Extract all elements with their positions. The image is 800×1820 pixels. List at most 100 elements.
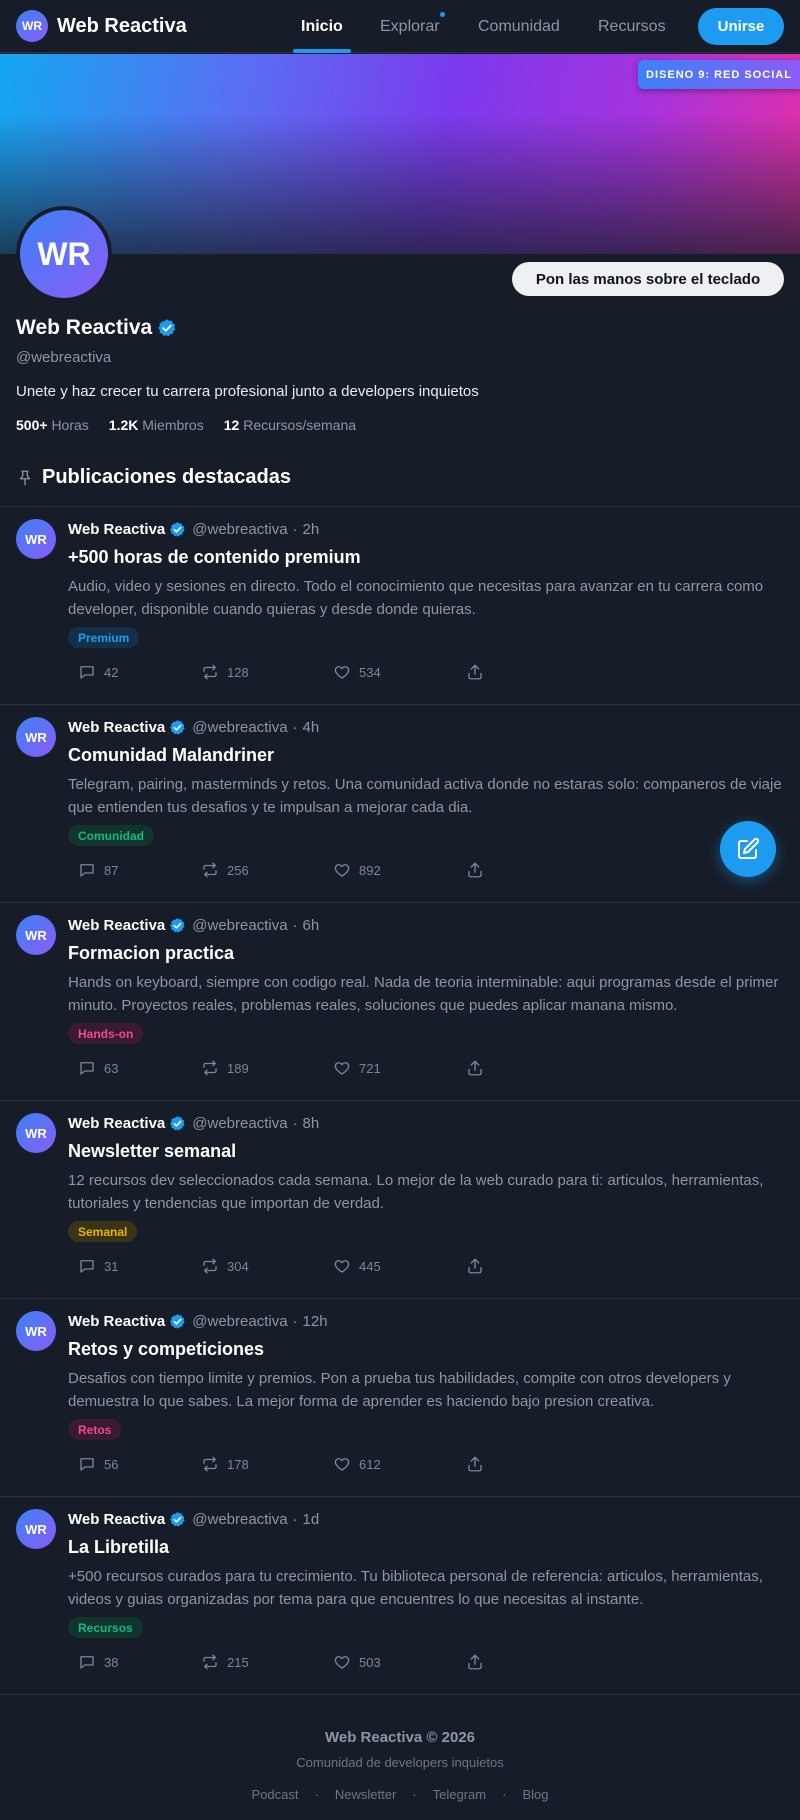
heart-icon xyxy=(334,666,350,679)
post-author[interactable]: Web Reactiva xyxy=(68,521,165,538)
share-button[interactable] xyxy=(466,861,492,879)
post-time[interactable]: 12h xyxy=(303,1313,328,1330)
post-avatar[interactable]: WR xyxy=(16,1509,56,1549)
post-avatar[interactable]: WR xyxy=(16,1113,56,1153)
retweet-button[interactable]: 178 xyxy=(201,1455,249,1473)
profile-bio: Unete y haz crecer tu carrera profesiona… xyxy=(16,383,479,400)
post-time[interactable]: 8h xyxy=(303,1115,320,1132)
stat-resources[interactable]: 12 Recursos/semana xyxy=(224,417,356,433)
reply-button[interactable]: 42 xyxy=(78,663,118,681)
reply-button[interactable]: 56 xyxy=(78,1455,118,1473)
post-author[interactable]: Web Reactiva xyxy=(68,719,165,736)
post-header: Web Reactiva @webreactiva · 1d xyxy=(68,1511,319,1528)
post-handle[interactable]: @webreactiva xyxy=(192,917,287,934)
post-author[interactable]: Web Reactiva xyxy=(68,917,165,934)
footer-link-telegram[interactable]: Telegram xyxy=(433,1787,486,1802)
post-tag[interactable]: Comunidad xyxy=(68,825,154,846)
post-time[interactable]: 6h xyxy=(303,917,320,934)
brand[interactable]: WR Web Reactiva xyxy=(16,10,187,42)
post-card[interactable]: WR Web Reactiva @webreactiva · 12h Retos y co… xyxy=(0,1299,800,1497)
retweet-icon xyxy=(203,1258,217,1274)
nav-link-inicio[interactable]: Inicio xyxy=(293,0,351,53)
stat-members[interactable]: 1.2K Miembros xyxy=(109,417,204,433)
post-card[interactable]: WR Web Reactiva @webreactiva · 2h +500 horas … xyxy=(0,507,800,705)
join-button[interactable]: Unirse xyxy=(698,8,784,45)
post-author[interactable]: Web Reactiva xyxy=(68,1313,165,1330)
post-handle[interactable]: @webreactiva xyxy=(192,1115,287,1132)
reply-icon xyxy=(80,666,94,679)
nav-link-explorar[interactable]: Explorar xyxy=(380,0,440,53)
share-icon xyxy=(468,1456,482,1472)
like-button[interactable]: 892 xyxy=(333,861,381,879)
like-button[interactable]: 721 xyxy=(333,1059,381,1077)
share-icon xyxy=(468,1654,482,1670)
post-avatar[interactable]: WR xyxy=(16,717,56,757)
like-button[interactable]: 445 xyxy=(333,1257,381,1275)
post-author[interactable]: Web Reactiva xyxy=(68,1511,165,1528)
post-body: Hands on keyboard, siempre con codigo re… xyxy=(68,974,779,1014)
post-card[interactable]: WR Web Reactiva @webreactiva · 4h Comunidad M… xyxy=(0,705,800,903)
like-button[interactable]: 534 xyxy=(333,663,381,681)
footer-link-podcast[interactable]: Podcast xyxy=(252,1787,299,1802)
post-card[interactable]: WR Web Reactiva @webreactiva · 8h Newsletter … xyxy=(0,1101,800,1299)
cta-button[interactable]: Pon las manos sobre el teclado xyxy=(512,262,784,296)
post-tag[interactable]: Recursos xyxy=(68,1617,143,1638)
post-avatar[interactable]: WR xyxy=(16,915,56,955)
reply-button[interactable]: 87 xyxy=(78,861,118,879)
share-button[interactable] xyxy=(466,663,492,681)
nav-link-comunidad[interactable]: Comunidad xyxy=(478,0,560,53)
post-time[interactable]: 1d xyxy=(303,1511,320,1528)
share-button[interactable] xyxy=(466,1455,492,1473)
reply-button[interactable]: 31 xyxy=(78,1257,118,1275)
verified-badge-icon xyxy=(170,522,185,537)
post-handle[interactable]: @webreactiva xyxy=(192,1313,287,1330)
like-button[interactable]: 503 xyxy=(333,1653,381,1671)
post-card[interactable]: WR Web Reactiva @webreactiva · 1d La Libretil… xyxy=(0,1497,800,1695)
share-button[interactable] xyxy=(466,1257,492,1275)
post-author[interactable]: Web Reactiva xyxy=(68,1115,165,1132)
post-handle[interactable]: @webreactiva xyxy=(192,521,287,538)
retweet-button[interactable]: 256 xyxy=(201,861,249,879)
post-avatar[interactable]: WR xyxy=(16,519,56,559)
heart-icon xyxy=(334,1458,350,1471)
post-avatar[interactable]: WR xyxy=(16,1311,56,1351)
post-separator: · xyxy=(292,719,298,736)
retweet-button[interactable]: 215 xyxy=(201,1653,249,1671)
post-time[interactable]: 4h xyxy=(303,719,320,736)
share-button[interactable] xyxy=(466,1059,492,1077)
stat-value: 12 xyxy=(223,417,240,433)
footer: Web Reactiva © 2026 Comunidad de develop… xyxy=(0,1694,800,1820)
post-title: Formacion practica xyxy=(68,943,235,963)
retweet-button[interactable]: 128 xyxy=(201,663,249,681)
reply-icon xyxy=(80,1656,94,1669)
stat-hours[interactable]: 500+ Horas xyxy=(16,417,89,433)
post-time[interactable]: 2h xyxy=(303,521,320,538)
footer-separator: · xyxy=(502,1787,507,1802)
footer-link-newsletter[interactable]: Newsletter xyxy=(335,1787,396,1802)
like-count: 721 xyxy=(359,1060,381,1076)
nav-link-recursos[interactable]: Recursos xyxy=(598,0,666,53)
footer-link-blog[interactable]: Blog xyxy=(522,1787,548,1802)
post-separator: · xyxy=(292,1115,298,1132)
like-button[interactable]: 612 xyxy=(333,1455,381,1473)
reply-button[interactable]: 63 xyxy=(78,1059,118,1077)
pin-icon xyxy=(19,470,31,485)
post-handle[interactable]: @webreactiva xyxy=(192,719,287,736)
reply-icon xyxy=(80,1062,94,1075)
heart-icon xyxy=(334,1656,350,1669)
post-tag[interactable]: Premium xyxy=(68,627,140,648)
compose-button[interactable] xyxy=(720,821,776,877)
post-handle[interactable]: @webreactiva xyxy=(192,1511,287,1528)
post-tag[interactable]: Retos xyxy=(68,1419,122,1440)
post-card[interactable]: WR Web Reactiva @webreactiva · 6h Formacion p… xyxy=(0,903,800,1101)
retweet-button[interactable]: 189 xyxy=(201,1059,249,1077)
profile-avatar[interactable]: WR xyxy=(16,206,112,302)
post-title: Newsletter semanal xyxy=(68,1141,237,1161)
post-tag[interactable]: Semanal xyxy=(68,1221,138,1242)
reply-button[interactable]: 38 xyxy=(78,1653,118,1671)
share-button[interactable] xyxy=(466,1653,492,1671)
retweet-count: 215 xyxy=(227,1654,249,1670)
retweet-button[interactable]: 304 xyxy=(201,1257,249,1275)
post-tag[interactable]: Hands-on xyxy=(68,1023,144,1044)
share-icon xyxy=(468,664,482,680)
